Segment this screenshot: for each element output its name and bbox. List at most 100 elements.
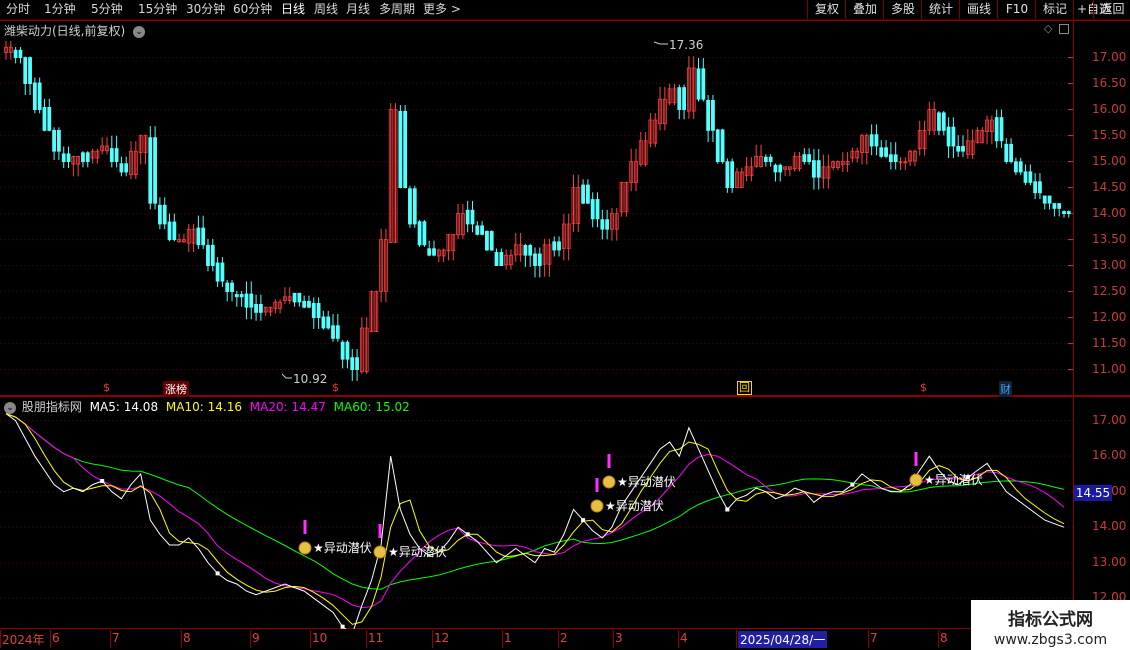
back-button[interactable]: 返回: [1093, 0, 1130, 19]
f10-button[interactable]: F10: [997, 0, 1036, 19]
period-15min[interactable]: 15分钟: [138, 1, 177, 18]
period-5min[interactable]: 5分钟: [91, 1, 123, 18]
period-monthly[interactable]: 月线: [346, 1, 370, 18]
candle-body: [254, 303, 258, 313]
high-price-label: 17.36: [669, 38, 704, 52]
candle-body: [590, 199, 595, 220]
candle-body: [706, 100, 711, 131]
y-tick-label: 17.00: [1092, 49, 1127, 64]
candle-body: [42, 107, 47, 131]
candle-body: [297, 292, 302, 303]
mark-button[interactable]: 标记: [1035, 0, 1074, 19]
candle-body: [210, 244, 215, 267]
candle-body: [720, 129, 725, 163]
candle-body: [557, 241, 561, 251]
period-1min[interactable]: 1分钟: [44, 1, 76, 18]
x-axis-label: 9: [252, 631, 260, 645]
x-axis-label: 3: [615, 631, 623, 645]
period-intraday[interactable]: 分时: [6, 1, 30, 18]
candle-body: [239, 294, 244, 298]
money-bag-icon: [602, 475, 616, 489]
x-axis-tick: [558, 630, 559, 648]
candle-body: [586, 184, 590, 204]
signal-label: ★异动潜伏: [605, 499, 664, 513]
x-axis-tick: [502, 630, 503, 648]
candle-body: [1023, 171, 1028, 183]
candle-body: [701, 68, 706, 100]
x-axis-tick: [366, 630, 367, 648]
signal-label: ★异动潜伏: [313, 541, 372, 555]
dollar-marker[interactable]: $: [332, 381, 339, 394]
x-axis-label: 1: [504, 631, 512, 645]
candle-body: [244, 293, 249, 308]
finance-marker[interactable]: 财: [999, 381, 1012, 397]
point-marker: [850, 482, 855, 487]
candle-body: [999, 117, 1004, 142]
dollar-marker[interactable]: $: [103, 381, 110, 394]
review-marker[interactable]: 回: [737, 381, 752, 395]
money-bag-icon: [909, 473, 923, 487]
draw-button[interactable]: 画线: [959, 0, 998, 19]
candle-body: [47, 107, 52, 131]
adjust-button[interactable]: 复权: [807, 0, 846, 19]
candle-body: [249, 293, 254, 308]
dollar-marker[interactable]: $: [920, 381, 927, 394]
period-more[interactable]: 更多 >: [423, 1, 461, 18]
candlestick-chart[interactable]: [0, 20, 1073, 396]
candle-body: [768, 156, 773, 163]
ma20-line: [5, 413, 1065, 609]
candle-body: [61, 153, 66, 163]
candle-body: [816, 160, 821, 178]
candle-body: [1028, 171, 1033, 183]
candle-body: [802, 154, 807, 162]
candle-body: [417, 221, 422, 246]
candle-body: [18, 49, 23, 58]
y-tick-label: 16.00: [1092, 101, 1127, 116]
candle-body: [605, 219, 610, 230]
candle-body: [1018, 161, 1023, 173]
signal-label: ★异动潜伏: [924, 473, 983, 487]
rank-marker[interactable]: 涨榜: [163, 381, 189, 397]
low-leader: [281, 373, 292, 379]
candle-body: [234, 294, 239, 298]
stats-button[interactable]: 统计: [921, 0, 960, 19]
period-30min[interactable]: 30分钟: [186, 1, 225, 18]
candle-body: [725, 161, 730, 188]
candle-body: [1004, 143, 1009, 162]
candle-body: [23, 57, 28, 84]
candle-body: [422, 221, 427, 246]
period-multi[interactable]: 多周期: [379, 1, 415, 18]
multi-stock-button[interactable]: 多股: [883, 0, 922, 19]
candle-body: [888, 154, 893, 163]
candle-body: [1009, 143, 1013, 162]
x-axis-tick: [310, 630, 311, 648]
ma10-line: [5, 413, 1065, 625]
ma-indicator-chart[interactable]: ★异动潜伏 ★异动潜伏 ★异动潜伏 ★异动潜伏 ★异动潜伏: [0, 396, 1073, 629]
candle-body: [307, 300, 311, 308]
period-weekly[interactable]: 周线: [314, 1, 338, 18]
y-tick-label: 12.00: [1092, 309, 1127, 324]
candle-body: [215, 262, 220, 282]
candle-body: [13, 49, 18, 58]
overlay-button[interactable]: 叠加: [845, 0, 884, 19]
candle-body: [951, 126, 956, 147]
candle-body: [326, 316, 331, 329]
indicator-y-tick-label: 17.00: [1092, 412, 1127, 427]
candle-body: [225, 282, 230, 293]
point-marker: [340, 624, 345, 629]
high-leader: [653, 41, 668, 45]
x-axis-label: 7: [112, 631, 120, 645]
candle-body: [1042, 195, 1047, 204]
x-axis-tick: [613, 630, 614, 648]
period-daily[interactable]: 日线: [281, 1, 305, 18]
x-axis-label: 8: [940, 631, 948, 645]
signal-bar: [595, 478, 599, 492]
money-bag-icon: [373, 545, 387, 559]
candle-body: [1014, 161, 1018, 173]
candle-body: [311, 302, 316, 319]
candle-body: [874, 134, 879, 147]
candle-body: [1052, 203, 1057, 209]
candle-body: [1033, 181, 1038, 194]
period-60min[interactable]: 60分钟: [233, 1, 272, 18]
candle-body: [1038, 181, 1042, 194]
